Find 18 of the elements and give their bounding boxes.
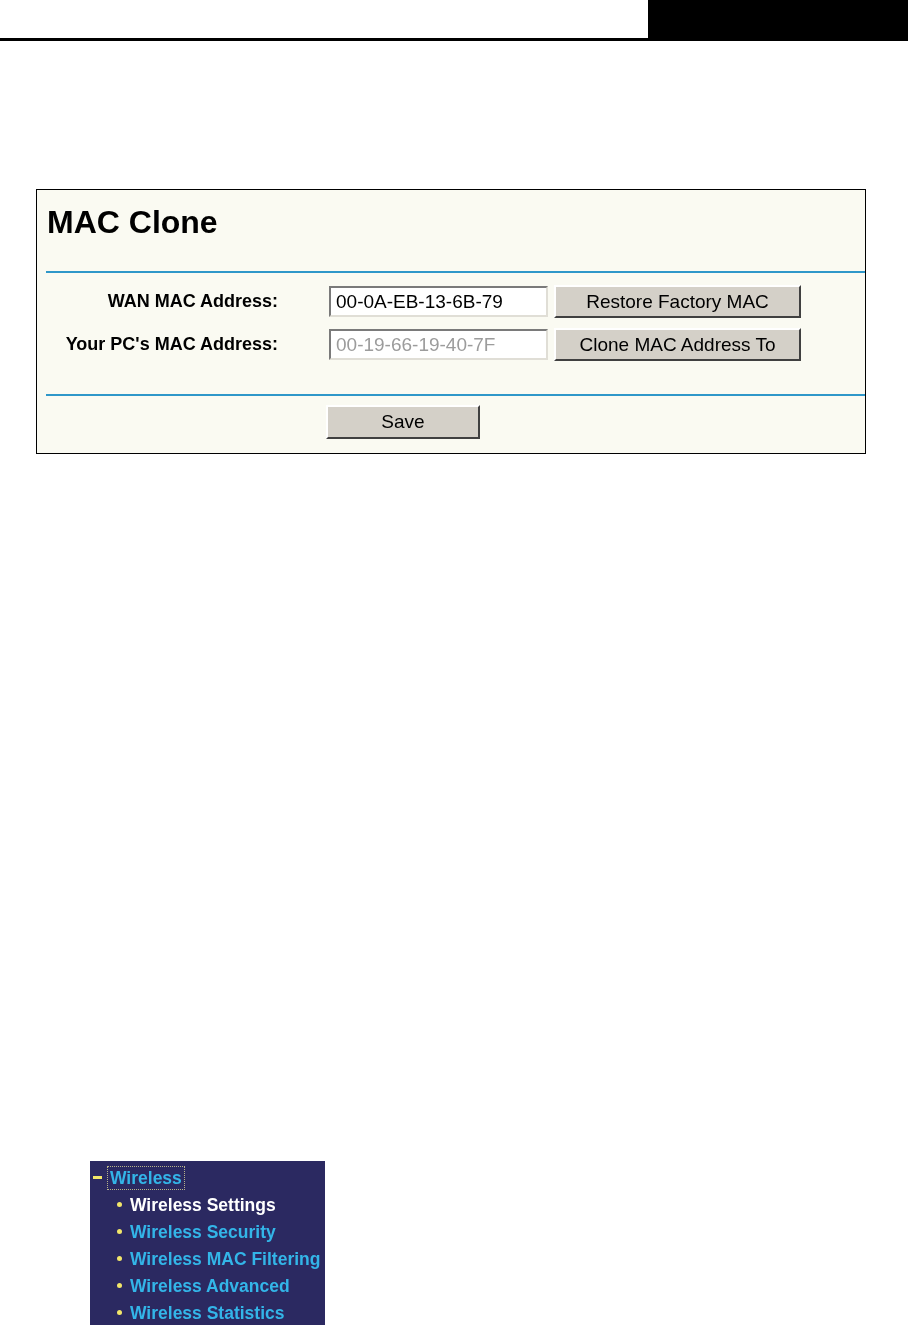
action-button[interactable]: Restore Factory MAC (554, 285, 801, 318)
field-label: WAN MAC Address: (106, 291, 278, 312)
bullet-icon (117, 1283, 122, 1288)
menu-heading[interactable]: Wireless (108, 1166, 184, 1189)
save-button[interactable]: Save (326, 405, 480, 439)
sidebar-item[interactable]: Wireless Statistics (130, 1301, 285, 1324)
mac-address-field[interactable]: 00-0A-EB-13-6B-79 (329, 286, 548, 317)
bullet-icon (117, 1310, 122, 1315)
sidebar-item[interactable]: Wireless Advanced (130, 1274, 290, 1297)
bullet-icon (117, 1229, 122, 1234)
field-label: Your PC's MAC Address: (64, 334, 278, 355)
bullet-icon (117, 1256, 122, 1261)
bullet-icon (117, 1202, 122, 1207)
sidebar-item[interactable]: Wireless Security (130, 1220, 276, 1243)
collapse-icon[interactable] (93, 1176, 102, 1179)
panel-title: MAC Clone (47, 204, 219, 240)
sidebar-item[interactable]: Wireless MAC Filtering (130, 1247, 321, 1270)
sidebar-item[interactable]: Wireless Settings (130, 1193, 276, 1216)
